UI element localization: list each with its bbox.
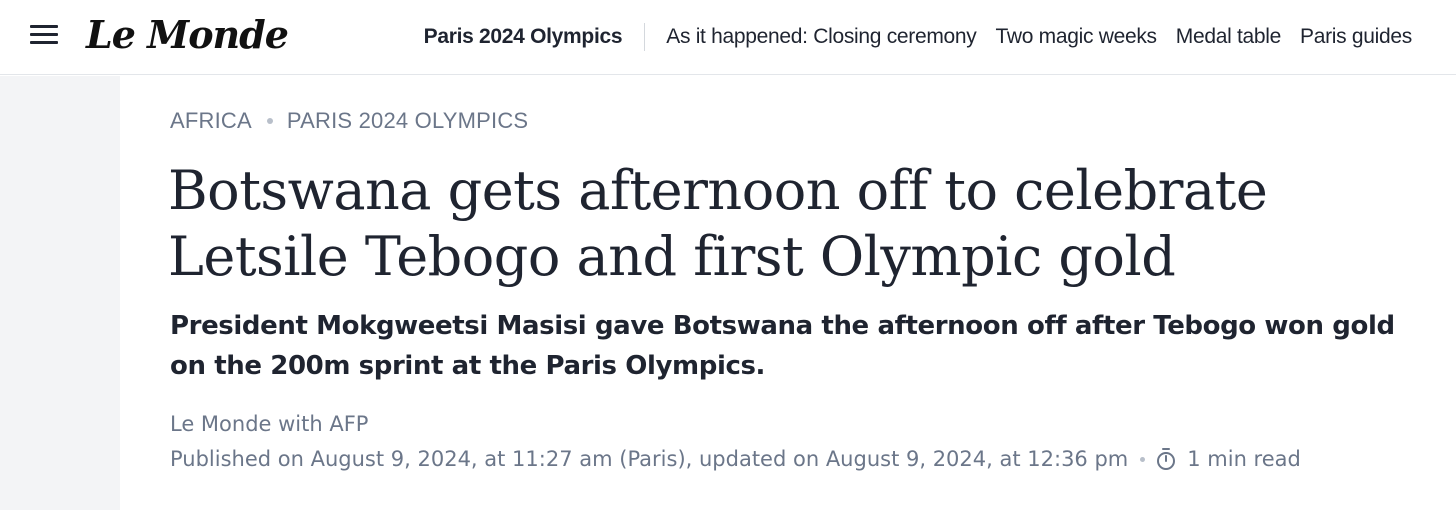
site-logo[interactable]: Le Monde — [86, 9, 289, 61]
breadcrumb-africa[interactable]: AFRICA — [170, 108, 252, 134]
menu-line — [30, 33, 58, 36]
top-navigation: Paris 2024 Olympics As it happened: Clos… — [424, 0, 1412, 74]
menu-line — [30, 41, 58, 44]
article-standfirst: President Mokgweetsi Masisi gave Botswan… — [170, 311, 1395, 381]
stopwatch-icon — [1157, 448, 1176, 470]
nav-divider — [644, 23, 646, 51]
article-meta: Published on August 9, 2024, at 11:27 am… — [170, 447, 1301, 471]
meta-separator — [1140, 456, 1146, 462]
hamburger-icon[interactable] — [28, 22, 60, 48]
breadcrumb: AFRICA PARIS 2024 OLYMPICS — [170, 108, 528, 134]
publish-date: Published on August 9, 2024, at 11:27 am… — [170, 447, 1129, 471]
nav-item-paris-2024-olympics[interactable]: Paris 2024 Olympics — [424, 25, 645, 49]
left-gutter — [0, 76, 120, 510]
article-byline: Le Monde with AFP — [170, 412, 369, 436]
nav-item-two-magic-weeks[interactable]: Two magic weeks — [996, 25, 1158, 49]
reading-time: 1 min read — [1187, 447, 1301, 471]
breadcrumb-paris-2024-olympics[interactable]: PARIS 2024 OLYMPICS — [287, 108, 528, 134]
nav-item-medal-table[interactable]: Medal table — [1176, 25, 1282, 49]
breadcrumb-separator — [266, 118, 273, 124]
article-headline: Botswana gets afternoon off to celebrate… — [168, 159, 1268, 288]
nav-item-closing-ceremony[interactable]: As it happened: Closing ceremony — [666, 25, 977, 49]
site-header: Le Monde Paris 2024 Olympics As it happe… — [0, 0, 1456, 75]
nav-item-paris-guides[interactable]: Paris guides — [1300, 25, 1412, 49]
menu-line — [30, 25, 58, 28]
